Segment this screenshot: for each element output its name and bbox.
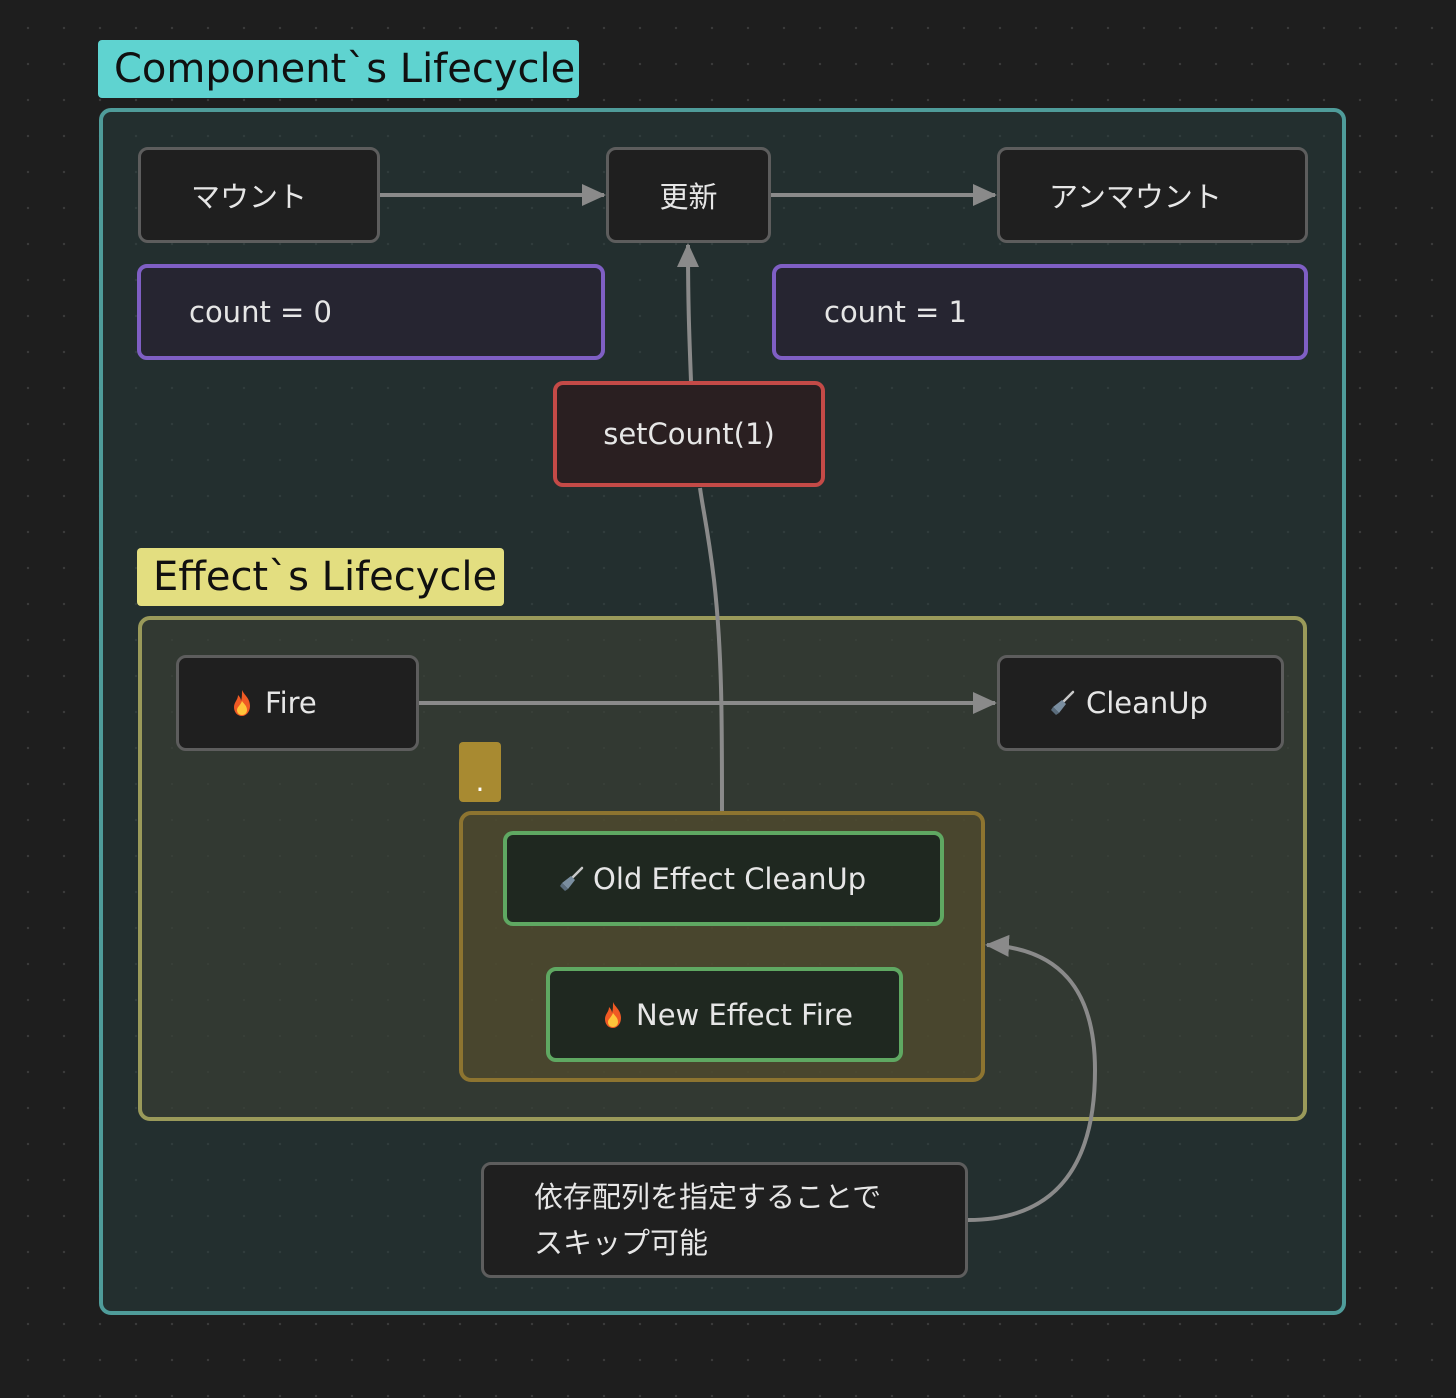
count-zero-node[interactable]: count = 0: [137, 264, 605, 360]
count-zero-label: count = 0: [189, 295, 333, 329]
unmount-node[interactable]: アンマウント: [997, 147, 1308, 243]
count-one-node[interactable]: count = 1: [772, 264, 1308, 360]
new-effect-fire-node[interactable]: New Effect Fire: [546, 967, 903, 1062]
cleanup-node[interactable]: CleanUp: [997, 655, 1284, 751]
fire-icon: [234, 690, 250, 716]
fire-node[interactable]: Fire: [176, 655, 419, 751]
old-effect-cleanup-label: Old Effect CleanUp: [593, 861, 867, 896]
update-node[interactable]: 更新: [606, 147, 771, 243]
component-lifecycle-label: Component`s Lifecycle: [98, 40, 579, 98]
cleanup-label: CleanUp: [1086, 686, 1208, 720]
update-label: 更新: [659, 180, 718, 214]
skip-note-node[interactable]: 依存配列を指定することで スキップ可能: [481, 1162, 968, 1278]
broom-icon: [1051, 690, 1075, 715]
new-effect-fire-label: New Effect Fire: [636, 997, 853, 1032]
skip-note-line-2: スキップ可能: [534, 1226, 709, 1260]
old-effect-cleanup-node[interactable]: Old Effect CleanUp: [503, 831, 944, 926]
unmount-label: アンマウント: [1049, 180, 1222, 214]
setcount-node[interactable]: setCount(1): [553, 381, 825, 487]
mount-node[interactable]: マウント: [138, 147, 380, 243]
setcount-label: setCount(1): [603, 417, 775, 451]
broom-icon: [560, 866, 584, 891]
inner-group-label: .: [459, 742, 501, 802]
fire-label: Fire: [265, 686, 317, 720]
effect-lifecycle-label: Effect`s Lifecycle: [137, 548, 504, 606]
mount-label: マウント: [191, 180, 308, 214]
inner-group-label-text: .: [475, 765, 485, 798]
count-one-label: count = 1: [824, 295, 968, 329]
fire-icon: [605, 1001, 621, 1028]
skip-note-line-1: 依存配列を指定することで: [534, 1180, 882, 1214]
